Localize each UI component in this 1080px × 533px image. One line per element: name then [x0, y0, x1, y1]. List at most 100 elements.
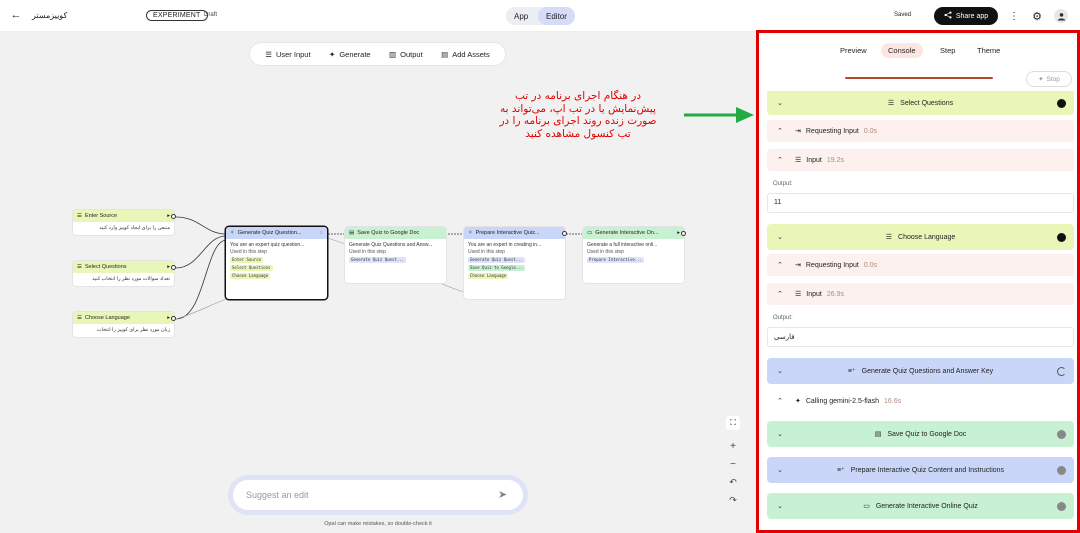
node-desc: تعداد سوالات مورد نظر را انتخاب کنید: [92, 276, 170, 282]
annotation-line: صورت زنده روند اجرای برنامه را در: [499, 115, 657, 127]
node-header: ☰ Enter Source ▸: [73, 210, 174, 222]
sparkle-icon: ✦: [795, 398, 801, 405]
run-icon[interactable]: ▸: [167, 315, 170, 321]
mode-editor[interactable]: Editor: [538, 7, 575, 25]
zoom-out-icon[interactable]: −: [726, 459, 740, 470]
node-body: You are an expert quiz question... Used …: [226, 239, 327, 283]
node-generate-quiz[interactable]: ✧ Generate Quiz Question... ◌ You are an…: [226, 227, 327, 299]
node-generate-online-quiz[interactable]: ▭ Generate Interactive On... ▸ Generate …: [583, 227, 684, 283]
list-icon: ☰: [77, 213, 82, 219]
chevron-up-icon: ⌃: [777, 291, 783, 298]
chevron-up-icon: ⌃: [777, 128, 783, 135]
play-icon[interactable]: [1057, 232, 1066, 242]
fit-view-icon[interactable]: ⛶: [726, 416, 740, 430]
substep-requesting-input[interactable]: ⌃ ⇥ Requesting Input 0.0s: [767, 120, 1074, 142]
chip: Prepare Interactive...: [587, 257, 644, 263]
stop-sparkle-icon: ✦: [1038, 76, 1044, 83]
send-icon[interactable]: ➤: [498, 488, 507, 501]
top-bar: ← کوییزمستر EXPERIMENT Draft App Editor …: [0, 0, 1080, 32]
substep-input[interactable]: ⌃ ☰ Input 19.2s: [767, 149, 1074, 171]
substep-label: Input: [806, 156, 822, 164]
node-body: Generate a full interactive onli... Used…: [583, 239, 684, 267]
sparkle-list-icon: ≡⁺: [847, 368, 856, 375]
node-port[interactable]: [171, 265, 176, 270]
used-label: Used in this step: [587, 249, 624, 255]
web-icon: ▭: [587, 230, 593, 236]
mode-app[interactable]: App: [506, 7, 536, 25]
tab-step[interactable]: Step: [933, 43, 962, 58]
run-icon[interactable]: ▸: [677, 230, 680, 236]
sparkle-list-icon: ≡⁺: [836, 467, 845, 474]
node-save-doc[interactable]: ▤ Save Quiz to Google Doc Generate Quiz …: [345, 227, 446, 283]
step-save-quiz[interactable]: ⌄ ▤ Save Quiz to Google Doc: [767, 421, 1074, 447]
step-generate-quiz[interactable]: ⌄ ≡⁺ Generate Quiz Questions and Answer K…: [767, 358, 1074, 384]
chip: Generate Quiz Quest...: [349, 257, 406, 263]
substep-calling-model[interactable]: ⌃ ✦ Calling gemini-2.5-flash 16.6s: [767, 390, 1074, 412]
node-port[interactable]: [171, 214, 176, 219]
node-title: Enter Source: [84, 213, 118, 219]
step-prepare-quiz[interactable]: ⌄ ≡⁺ Prepare Interactive Quiz Content and…: [767, 457, 1074, 483]
spinner-icon: [1057, 366, 1066, 376]
suggest-edit-input[interactable]: Suggest an edit: [233, 480, 523, 510]
undo-icon[interactable]: ↶: [726, 477, 740, 488]
node-header: ☰ Select Questions ▸: [73, 261, 174, 273]
substep-label: Requesting Input: [805, 261, 859, 269]
substep-input[interactable]: ⌃ ☰ Input 26.9s: [767, 283, 1074, 305]
play-icon[interactable]: [1057, 465, 1066, 475]
chevron-up-icon: ⌃: [777, 262, 783, 269]
node-title: Generate Interactive On...: [595, 230, 659, 236]
chip: Save Quiz to Google...: [468, 265, 525, 271]
node-port[interactable]: [681, 231, 686, 236]
chevron-up-icon: ⌃: [777, 398, 783, 405]
share-icon: [944, 11, 952, 21]
back-arrow-icon[interactable]: ←: [10, 9, 22, 21]
output-label: Output:: [773, 181, 793, 187]
editor-canvas[interactable]: ☰ User Input ✦ Generate ▥ Output ▤ Add Asset…: [0, 32, 756, 533]
node-header: ☰ Choose Language ▸: [73, 312, 174, 324]
tab-preview[interactable]: Preview: [833, 43, 874, 58]
step-label: Generate Quiz Questions and Answer Key: [861, 367, 994, 375]
stop-button[interactable]: ✦ Stop: [1026, 71, 1072, 87]
step-select-questions[interactable]: ⌄ ☰ Select Questions: [767, 91, 1074, 115]
tab-console[interactable]: Console: [881, 43, 923, 58]
console-panel: Preview Console Step Theme ✦ Stop ⌄ ☰ Sele…: [756, 30, 1080, 533]
node-title: Generate Quiz Question...: [237, 230, 302, 236]
draft-status: Draft: [204, 12, 218, 18]
share-app-button[interactable]: Share app: [934, 7, 998, 25]
play-icon[interactable]: [1057, 98, 1066, 108]
list-icon: ☰: [887, 100, 895, 107]
substep-requesting-input[interactable]: ⌃ ⇥ Requesting Input 0.0s: [767, 254, 1074, 276]
more-menu-icon[interactable]: ⋮: [1009, 10, 1019, 22]
node-prepare-quiz[interactable]: ✧ Prepare Interactive Quiz... You are an…: [464, 227, 565, 299]
node-port[interactable]: [171, 316, 176, 321]
node-select-questions[interactable]: ☰ Select Questions ▸ تعداد سوالات مورد ن…: [73, 261, 174, 286]
stop-label: Stop: [1046, 75, 1060, 83]
app-title[interactable]: کوییزمستر: [32, 11, 67, 20]
play-icon[interactable]: [1057, 501, 1066, 511]
tab-theme[interactable]: Theme: [970, 43, 1007, 58]
node-desc: Generate Quiz Questions and Answ...: [349, 242, 433, 248]
step-choose-language[interactable]: ⌄ ☰ Choose Language: [767, 224, 1074, 250]
node-choose-language[interactable]: ☰ Choose Language ▸ زبان مورد نظر برای ک…: [73, 312, 174, 337]
run-icon[interactable]: ▸: [167, 264, 170, 270]
run-icon[interactable]: ▸: [167, 213, 170, 219]
node-desc: You are an expert in creating in...: [468, 242, 542, 248]
annotation-line: تب کنسول مشاهده کنید: [525, 127, 631, 140]
node-desc: زبان مورد نظر برای کوییز را انتخاب: [96, 327, 170, 333]
settings-gear-icon[interactable]: ⚙: [1031, 10, 1043, 23]
node-enter-source[interactable]: ☰ Enter Source ▸ منبعی را برای ایجاد کوی…: [73, 210, 174, 235]
zoom-in-icon[interactable]: +: [726, 441, 740, 452]
list-icon: ☰: [795, 291, 802, 298]
redo-icon[interactable]: ↷: [726, 495, 740, 506]
node-port[interactable]: [562, 231, 567, 236]
doc-icon: ▤: [874, 431, 882, 438]
used-label: Used in this step: [349, 249, 386, 255]
list-icon: ☰: [795, 157, 802, 164]
step-generate-online-quiz[interactable]: ⌄ ▭ Generate Interactive Online Quiz: [767, 493, 1074, 519]
play-icon[interactable]: [1057, 429, 1066, 439]
avatar[interactable]: [1054, 9, 1068, 23]
substep-time: 0.0s: [863, 127, 878, 135]
step-label: Save Quiz to Google Doc: [887, 430, 967, 438]
output-value: 11: [767, 193, 1074, 213]
disclaimer: Opal can make mistakes, so double-check …: [324, 521, 432, 527]
